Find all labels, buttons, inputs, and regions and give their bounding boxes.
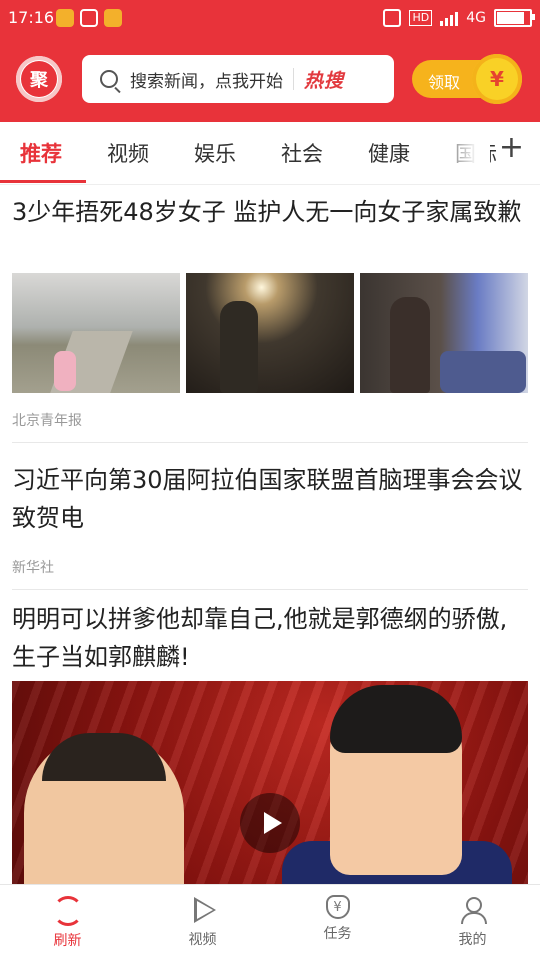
news-meta: 新华社 [12, 557, 528, 577]
task-icon: ¥ [325, 895, 350, 919]
tab-recommended[interactable]: 推荐 [20, 138, 62, 168]
status-app-icons [56, 9, 122, 27]
news-source: 北京青年报 [12, 413, 82, 429]
video-thumbnail[interactable] [12, 681, 528, 885]
battery-icon [494, 9, 535, 27]
nav-tasks[interactable]: ¥ 任务 [270, 885, 405, 961]
news-thumbnail[interactable] [12, 273, 180, 393]
status-time: 17:16 [8, 8, 55, 27]
coin-icon: ¥ [472, 54, 522, 104]
refresh-icon [52, 896, 83, 926]
divider [12, 589, 528, 590]
status-indicators: HD 4G [383, 9, 535, 27]
thumbnail-bed [440, 351, 526, 393]
tab-video[interactable]: 视频 [107, 138, 149, 168]
hot-search-button[interactable]: 热搜 [304, 66, 344, 93]
news-thumbnail[interactable] [360, 273, 528, 393]
reward-button[interactable]: 领取 ¥ [412, 54, 522, 104]
news-source: 新华社 [12, 560, 54, 576]
news-feed[interactable]: 3少年捂死48岁女子 监护人无一向女子家属致歉 北京青年报 习近平向第30届阿拉… [0, 185, 540, 885]
tab-entertainment[interactable]: 娱乐 [194, 138, 236, 168]
thumbnail-person [220, 301, 258, 393]
nav-label: 任务 [323, 926, 352, 942]
nav-refresh[interactable]: 刷新 [0, 885, 135, 961]
video-person [330, 685, 462, 875]
news-item[interactable]: 明明可以拼爹他却靠自己,他就是郭德纲的骄傲,生子当如郭麒麟! [12, 600, 528, 676]
category-tabs: 推荐 视频 娱乐 社会 健康 国际 + [0, 122, 540, 185]
logo-mark: 聚 [21, 61, 57, 97]
active-tab-indicator [0, 180, 86, 183]
news-meta: 北京青年报 [12, 410, 528, 430]
play-icon[interactable] [240, 793, 300, 853]
bottom-navigation: 刷新 视频 ¥ 任务 我的 [0, 884, 540, 961]
thumbnail-child [54, 351, 76, 391]
nav-video[interactable]: 视频 [135, 885, 270, 961]
reward-label: 领取 [428, 73, 461, 92]
notification-icon [56, 9, 74, 27]
search-bar[interactable]: 搜索新闻，点我开始 热搜 [82, 55, 394, 103]
app-logo[interactable]: 聚 [16, 56, 62, 102]
user-icon [458, 895, 488, 925]
plus-icon[interactable]: + [499, 130, 524, 165]
hd-icon: HD [409, 10, 433, 26]
app-badge-icon [104, 9, 122, 27]
user-body [460, 912, 487, 924]
tab-health[interactable]: 健康 [368, 138, 410, 168]
video-shape [193, 897, 216, 923]
news-title[interactable]: 习近平向第30届阿拉伯国家联盟首脑理事会会议致贺电 [12, 461, 528, 537]
nav-label: 我的 [458, 932, 487, 948]
tab-society[interactable]: 社会 [281, 138, 323, 168]
tab-fade [430, 122, 490, 184]
nav-label: 视频 [188, 932, 217, 948]
news-title[interactable]: 明明可以拼爹他却靠自己,他就是郭德纲的骄傲,生子当如郭麒麟! [12, 600, 528, 676]
status-bar: 17:16 HD 4G [0, 0, 540, 38]
search-placeholder: 搜索新闻，点我开始 [130, 71, 283, 92]
video-person [24, 733, 184, 885]
news-item[interactable]: 3少年捂死48岁女子 监护人无一向女子家属致歉 [12, 193, 528, 231]
video-icon [188, 895, 218, 925]
signal-icon [440, 10, 459, 26]
vibrate-icon [383, 9, 402, 27]
network-type: 4G [466, 10, 486, 26]
search-divider [293, 68, 294, 90]
app-header: 17:16 HD 4G 聚 搜索新闻，点我开始 热搜 领取 ¥ [0, 0, 540, 122]
divider [12, 442, 528, 443]
user-head [465, 897, 482, 913]
news-thumbnail[interactable] [186, 273, 354, 393]
news-thumbnails[interactable] [12, 273, 528, 393]
news-item[interactable]: 习近平向第30届阿拉伯国家联盟首脑理事会会议致贺电 [12, 461, 528, 537]
thumbnail-person [390, 297, 430, 393]
nav-me[interactable]: 我的 [405, 885, 540, 961]
search-icon [100, 70, 118, 88]
news-title[interactable]: 3少年捂死48岁女子 监护人无一向女子家属致歉 [12, 193, 528, 231]
nav-label: 刷新 [53, 933, 82, 949]
scan-icon [80, 9, 98, 27]
